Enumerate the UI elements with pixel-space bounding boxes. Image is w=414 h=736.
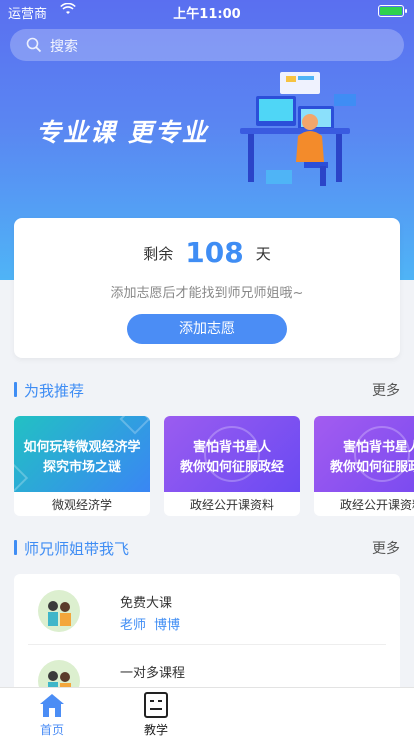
avatar [38, 590, 80, 632]
course-cover: 害怕背书星人 教你如何征服政经 [164, 416, 300, 494]
tab-teaching-label: 教学 [143, 723, 168, 736]
clock: 上午11:00 [173, 7, 241, 22]
tab-bar: 首页 教学 [0, 687, 414, 736]
course-cover-line2: 探究市场之谜 [42, 460, 121, 475]
divider [28, 644, 386, 645]
course-tag: 老师 [120, 618, 147, 633]
tab-home-label: 首页 [39, 723, 64, 736]
search-placeholder: 搜索 [50, 39, 78, 55]
section-marker [14, 382, 17, 397]
course-name: 微观经济学 [51, 498, 112, 512]
recommend-header: 为我推荐 更多 [14, 379, 400, 401]
search-input[interactable]: 搜索 [10, 29, 404, 61]
course-card[interactable]: 害怕背书星人 教你如何征服政经 政经公开课资料 [314, 416, 414, 516]
course-cover-line1: 害怕背书星人 [192, 440, 271, 455]
course-name: 政经公开课资料 [339, 498, 414, 512]
add-choice-button[interactable]: 添加志愿 [127, 314, 287, 344]
banner-slogan: 专业课 更专业 [36, 118, 209, 147]
remaining-days-card: 剩余 108 天 添加志愿后才能找到师兄师姐哦~ 添加志愿 [14, 218, 400, 358]
course-cover-line2: 教你如何征服政经 [179, 460, 284, 475]
remaining-unit: 天 [255, 245, 271, 263]
search-icon [26, 37, 42, 53]
remaining-prefix: 剩余 [143, 245, 174, 263]
tab-home[interactable]: 首页 [22, 688, 82, 736]
course-cover-line2: 教你如何征服政经 [329, 460, 414, 475]
course-cover: 害怕背书星人 教你如何征服政经 [314, 416, 414, 494]
list-item[interactable]: 免费大课 老师 博博 [14, 574, 400, 646]
seniors-title: 师兄师姐带我飞 [24, 540, 130, 558]
section-marker [14, 540, 17, 555]
seniors-more-link[interactable]: 更多 [372, 538, 400, 558]
status-bar: 运营商 上午11:00 [0, 0, 414, 22]
teaching-icon [142, 691, 170, 719]
tab-teaching[interactable]: 教学 [126, 688, 186, 736]
home-icon [38, 691, 66, 719]
recommend-more-link[interactable]: 更多 [372, 380, 400, 400]
study-illustration-icon [236, 66, 362, 194]
course-title: 一对多课程 [120, 666, 186, 681]
course-tag: 博博 [154, 618, 181, 633]
remaining-count: 108 [185, 236, 244, 269]
recommend-title: 为我推荐 [24, 382, 85, 400]
course-cover: 如何玩转微观经济学 探究市场之谜 [14, 416, 150, 493]
remaining-days: 剩余 108 天 [14, 236, 400, 269]
battery-icon [378, 5, 407, 17]
add-choice-hint: 添加志愿后才能找到师兄师姐哦~ [110, 286, 304, 301]
course-card[interactable]: 如何玩转微观经济学 探究市场之谜 微观经济学 [14, 416, 150, 516]
course-cover-line1: 如何玩转微观经济学 [23, 440, 141, 455]
course-name: 政经公开课资料 [189, 498, 274, 512]
course-card[interactable]: 害怕背书星人 教你如何征服政经 政经公开课资料 [164, 416, 300, 516]
seniors-list: 免费大课 老师 博博 一对多课程 老师 [14, 574, 400, 694]
recommend-carousel[interactable]: 如何玩转微观经济学 探究市场之谜 微观经济学 害怕背书星人 教你如何征服政经 政… [14, 416, 414, 516]
seniors-header: 师兄师姐带我飞 更多 [14, 537, 400, 559]
course-cover-line1: 害怕背书星人 [342, 440, 414, 455]
course-title: 免费大课 [120, 596, 173, 611]
